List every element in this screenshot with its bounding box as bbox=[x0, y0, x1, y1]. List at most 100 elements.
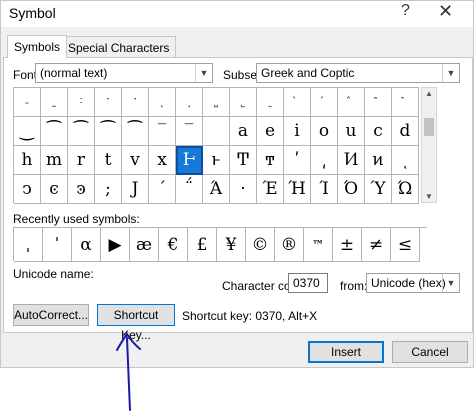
recent-symbol[interactable]: ▶ bbox=[101, 228, 130, 262]
symbol-cell[interactable]: x bbox=[149, 146, 176, 175]
subset-select[interactable]: Greek and Coptic ▼ bbox=[256, 63, 460, 83]
character-code-input[interactable]: 0370 bbox=[288, 273, 328, 293]
symbol-cell[interactable]: ͽ bbox=[68, 175, 95, 204]
symbol-cell[interactable]: Ͱ bbox=[176, 146, 203, 175]
scroll-up-icon[interactable]: ▲ bbox=[422, 89, 436, 98]
recent-symbol[interactable]: ¥ bbox=[217, 228, 246, 262]
symbol-cell[interactable]: ̂ bbox=[338, 88, 365, 117]
symbol-grid[interactable]: ˶˷˸˹˺˻˼˽˾˿̀́̂̃̄‿⁀⁀⁀⁀‾‾͏aeioucdhmrtvxͰͱͲͳ… bbox=[13, 87, 419, 204]
symbol-cell[interactable]: Ί bbox=[311, 175, 338, 204]
symbol-cell[interactable]: ͼ bbox=[41, 175, 68, 204]
symbol-cell[interactable]: ˺ bbox=[122, 88, 149, 117]
symbol-cell[interactable]: Ύ bbox=[365, 175, 392, 204]
symbol-cell[interactable]: ʹ bbox=[284, 146, 311, 175]
tab-symbols[interactable]: Symbols bbox=[7, 35, 68, 58]
symbol-cell[interactable]: ⁀ bbox=[41, 117, 68, 146]
dialog-title: Symbol bbox=[9, 5, 56, 21]
scrollbar-thumb[interactable] bbox=[424, 118, 434, 136]
symbol-cell[interactable]: ⁀ bbox=[95, 117, 122, 146]
recent-symbol[interactable]: ˌ bbox=[14, 228, 43, 262]
recent-symbol[interactable]: £ bbox=[188, 228, 217, 262]
symbol-cell[interactable]: ͵ bbox=[311, 146, 338, 175]
recent-symbol[interactable]: € bbox=[159, 228, 188, 262]
symbol-cell[interactable]: ̃ bbox=[365, 88, 392, 117]
insert-button[interactable]: Insert bbox=[308, 341, 384, 363]
symbol-cell[interactable]: ͱ bbox=[203, 146, 230, 175]
unicode-name-label: Unicode name: bbox=[13, 267, 94, 281]
font-select-value: (normal text) bbox=[40, 66, 108, 80]
recent-symbol[interactable]: ± bbox=[333, 228, 362, 262]
symbol-cell[interactable]: ΅ bbox=[176, 175, 203, 204]
recent-symbol[interactable]: ® bbox=[275, 228, 304, 262]
symbol-cell[interactable]: ˼ bbox=[176, 88, 203, 117]
symbol-cell[interactable]: ͏ bbox=[203, 117, 230, 146]
symbol-cell[interactable]: Έ bbox=[257, 175, 284, 204]
symbol-cell[interactable]: ‿ bbox=[14, 117, 41, 146]
symbol-cell[interactable]: o bbox=[311, 117, 338, 146]
symbol-cell[interactable]: ⁀ bbox=[68, 117, 95, 146]
symbol-cell[interactable]: h bbox=[14, 146, 41, 175]
recent-symbol[interactable]: α bbox=[72, 228, 101, 262]
symbol-cell[interactable]: ˻ bbox=[149, 88, 176, 117]
symbol-cell[interactable]: c bbox=[365, 117, 392, 146]
recent-symbol[interactable]: ≠ bbox=[362, 228, 391, 262]
symbol-cell[interactable]: Ό bbox=[338, 175, 365, 204]
from-select[interactable]: Unicode (hex) ▼ bbox=[366, 273, 460, 293]
symbol-cell[interactable]: ˽ bbox=[203, 88, 230, 117]
symbol-cell[interactable]: ͳ bbox=[257, 146, 284, 175]
symbol-cell[interactable]: Ͳ bbox=[230, 146, 257, 175]
symbol-cell[interactable]: Ή bbox=[284, 175, 311, 204]
symbol-cell[interactable]: ͻ bbox=[14, 175, 41, 204]
symbol-cell[interactable]: d bbox=[392, 117, 419, 146]
chevron-down-icon[interactable]: ▼ bbox=[442, 274, 459, 292]
symbol-cell[interactable]: v bbox=[122, 146, 149, 175]
chevron-down-icon[interactable]: ▼ bbox=[442, 64, 459, 82]
recently-used-symbols[interactable]: ˌ ˈ α ▶ æ € £ ¥ © ® ™ ± ≠ ≤ bbox=[13, 227, 427, 262]
symbol-cell[interactable]: ‾ bbox=[149, 117, 176, 146]
chevron-down-icon[interactable]: ▼ bbox=[195, 64, 212, 82]
recent-symbol[interactable]: ™ bbox=[304, 228, 333, 262]
symbol-cell[interactable]: r bbox=[68, 146, 95, 175]
recent-symbol[interactable]: ˈ bbox=[43, 228, 72, 262]
symbol-cell[interactable]: ́ bbox=[311, 88, 338, 117]
symbol-cell[interactable]: ˿ bbox=[257, 88, 284, 117]
close-icon[interactable]: ✕ bbox=[438, 1, 453, 22]
symbol-cell[interactable]: ⁀ bbox=[122, 117, 149, 146]
symbol-cell[interactable]: ˾ bbox=[230, 88, 257, 117]
symbol-cell[interactable]: ˶ bbox=[14, 88, 41, 117]
symbol-cell[interactable]: t bbox=[95, 146, 122, 175]
symbol-cell[interactable]: ̀ bbox=[284, 88, 311, 117]
symbol-cell[interactable]: ˹ bbox=[95, 88, 122, 117]
symbol-cell[interactable]: m bbox=[41, 146, 68, 175]
from-select-value: Unicode (hex) bbox=[371, 276, 446, 290]
symbol-cell[interactable]: Ϳ bbox=[122, 175, 149, 204]
tab-special-characters[interactable]: Special Characters bbox=[61, 36, 177, 57]
recent-symbol[interactable]: ≤ bbox=[391, 228, 420, 262]
shortcut-key-button[interactable]: Shortcut Key... bbox=[97, 304, 175, 342]
symbol-cell[interactable]: e bbox=[257, 117, 284, 146]
symbol-cell[interactable]: ˷ bbox=[41, 88, 68, 117]
recent-symbol[interactable]: æ bbox=[130, 228, 159, 262]
symbol-grid-scrollbar[interactable]: ▲ ▼ bbox=[421, 87, 437, 203]
symbol-cell[interactable]: · bbox=[230, 175, 257, 204]
symbol-cell[interactable]: ˸ bbox=[68, 88, 95, 117]
recent-symbol[interactable]: © bbox=[246, 228, 275, 262]
symbol-cell[interactable]: ͺ bbox=[392, 146, 419, 175]
font-select[interactable]: (normal text) ▼ bbox=[35, 63, 213, 83]
symbol-cell[interactable]: Ώ bbox=[392, 175, 419, 204]
symbol-cell[interactable]: ̄ bbox=[392, 88, 419, 117]
from-label: from: bbox=[340, 279, 368, 293]
symbol-cell[interactable]: Ͷ bbox=[338, 146, 365, 175]
symbol-cell[interactable]: Ά bbox=[203, 175, 230, 204]
symbol-cell[interactable]: a bbox=[230, 117, 257, 146]
autocorrect-button[interactable]: AutoCorrect... bbox=[13, 304, 89, 326]
symbol-cell[interactable]: ; bbox=[95, 175, 122, 204]
symbol-cell[interactable]: ͷ bbox=[365, 146, 392, 175]
scroll-down-icon[interactable]: ▼ bbox=[422, 192, 436, 201]
help-button[interactable]: ? bbox=[401, 2, 410, 20]
symbol-cell[interactable]: ‾ bbox=[176, 117, 203, 146]
symbol-cell[interactable]: i bbox=[284, 117, 311, 146]
symbol-cell[interactable]: ΄ bbox=[149, 175, 176, 204]
cancel-button[interactable]: Cancel bbox=[392, 341, 468, 363]
symbol-cell[interactable]: u bbox=[338, 117, 365, 146]
